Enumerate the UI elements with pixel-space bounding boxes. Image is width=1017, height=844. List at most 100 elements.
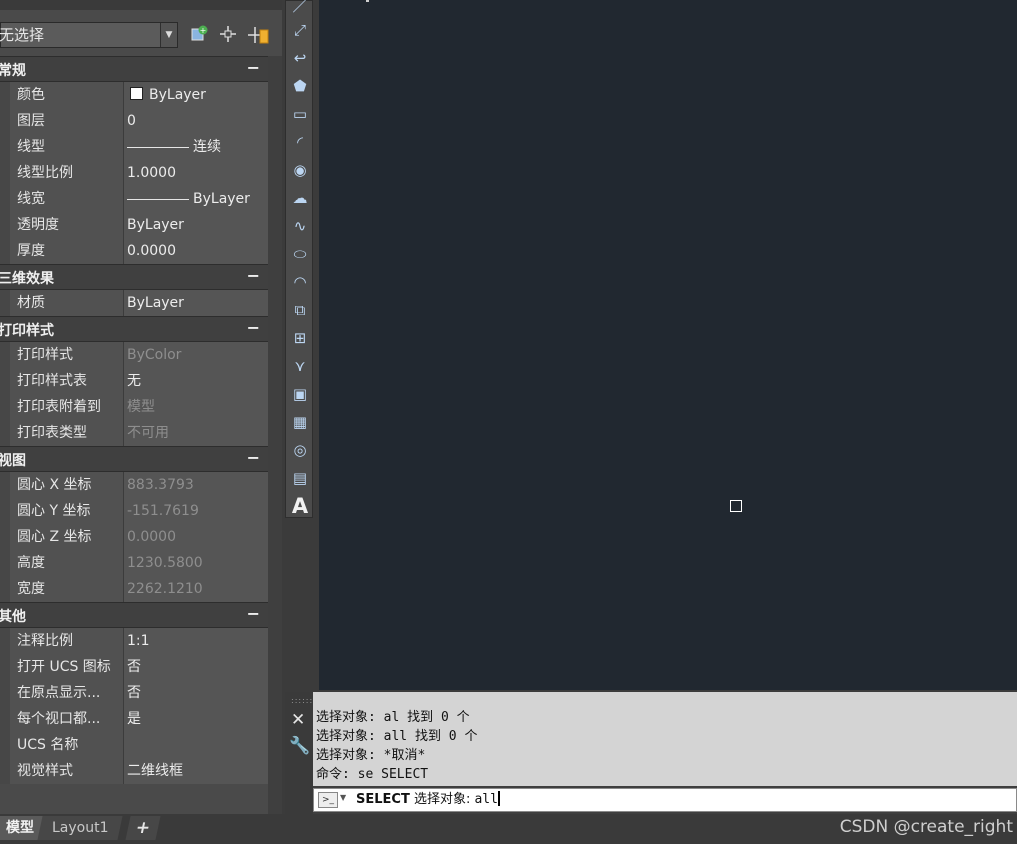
table-icon[interactable]: ▤: [289, 467, 311, 489]
command-line-handle[interactable]: :::::: ✕ 🔧: [285, 692, 313, 814]
palette-scroll-strip[interactable]: [268, 56, 282, 814]
polygon-icon[interactable]: ⬟: [289, 75, 311, 97]
property-row[interactable]: 图层 0: [0, 108, 268, 134]
property-row[interactable]: 线型 连续: [0, 134, 268, 160]
property-row[interactable]: 线宽 ByLayer: [0, 186, 268, 212]
tab-layout1[interactable]: Layout1: [37, 816, 123, 840]
grip-icon[interactable]: ::::::: [291, 696, 313, 705]
section-header[interactable]: 打印样式 −: [0, 316, 268, 342]
property-value[interactable]: 883.3793: [124, 472, 268, 498]
property-row[interactable]: 每个视口都... 是: [0, 706, 268, 732]
make-block-icon[interactable]: ⊞: [289, 327, 311, 349]
ellipse-icon[interactable]: ⬭: [289, 243, 311, 265]
command-prompt-icon[interactable]: >_: [318, 792, 338, 808]
wrench-icon[interactable]: 🔧: [289, 736, 310, 756]
arc-icon[interactable]: ◜: [289, 131, 311, 153]
add-selected-icon[interactable]: +: [188, 24, 210, 46]
property-value[interactable]: 不可用: [124, 420, 268, 446]
property-value-text: 1:1: [127, 633, 150, 649]
point-icon[interactable]: ⋎: [289, 355, 311, 377]
command-current-line[interactable]: SELECT 选择对象: all: [356, 791, 500, 809]
history-line: 选择对象: all 找到 0 个: [316, 729, 478, 744]
property-name: 每个视口都...: [10, 706, 124, 732]
property-value[interactable]: -151.7619: [124, 498, 268, 524]
add-layout-button[interactable]: +: [125, 816, 161, 840]
property-row[interactable]: 注释比例 1:1: [0, 628, 268, 654]
property-row[interactable]: 打印样式表无: [0, 368, 268, 394]
property-value[interactable]: [124, 732, 268, 758]
property-value[interactable]: 否: [124, 654, 268, 680]
property-row[interactable]: 打印表类型 不可用: [0, 420, 268, 446]
property-value[interactable]: 1.0000: [124, 160, 268, 186]
select-objects-icon[interactable]: [217, 24, 239, 46]
line-icon[interactable]: ／: [289, 0, 311, 17]
collapse-icon[interactable]: −: [247, 604, 260, 623]
chevron-down-icon[interactable]: ▼: [340, 793, 346, 802]
collapse-icon[interactable]: −: [247, 448, 260, 467]
property-value[interactable]: ByColor: [124, 342, 268, 368]
region-icon[interactable]: ◎: [289, 439, 311, 461]
property-value[interactable]: 二维线框: [124, 758, 268, 784]
property-value[interactable]: 连续: [124, 134, 268, 160]
circle-icon[interactable]: ◉: [289, 159, 311, 181]
property-row[interactable]: 圆心 Y 坐标 -151.7619: [0, 498, 268, 524]
polyline-icon[interactable]: ↩: [289, 47, 311, 69]
property-row[interactable]: 宽度 2262.1210: [0, 576, 268, 602]
property-value[interactable]: 无: [124, 368, 268, 394]
property-name: 圆心 Z 坐标: [10, 524, 124, 550]
insert-block-icon[interactable]: ⧉: [289, 299, 311, 321]
history-line: 命令: se SELECT: [316, 767, 429, 782]
rectangle-icon[interactable]: ▭: [289, 103, 311, 125]
property-row[interactable]: 打开 UCS 图标否: [0, 654, 268, 680]
chevron-down-icon[interactable]: ▼: [160, 23, 177, 47]
collapse-icon[interactable]: −: [247, 318, 260, 337]
current-prompt: 选择对象:: [413, 792, 475, 807]
property-row[interactable]: 厚度 0.0000: [0, 238, 268, 264]
collapse-icon[interactable]: −: [247, 266, 260, 285]
property-value[interactable]: ByLayer: [124, 212, 268, 238]
section-header[interactable]: 三维效果 −: [0, 264, 268, 290]
collapse-icon[interactable]: −: [247, 58, 260, 77]
property-value[interactable]: ByLayer: [124, 82, 268, 108]
close-icon[interactable]: ✕: [291, 710, 305, 730]
quick-select-dropdown[interactable]: 无选择 ▼: [0, 22, 178, 48]
spline-icon[interactable]: ∿: [289, 215, 311, 237]
property-row[interactable]: 颜色 ByLayer: [0, 82, 268, 108]
quick-select-icon[interactable]: [247, 24, 269, 46]
property-value[interactable]: 0: [124, 108, 268, 134]
property-value[interactable]: 1230.5800: [124, 550, 268, 576]
property-row[interactable]: 视觉样式 二维线框: [0, 758, 268, 784]
current-input[interactable]: all: [474, 792, 497, 807]
property-row[interactable]: UCS 名称: [0, 732, 268, 758]
linetype-preview: [127, 198, 189, 200]
property-value[interactable]: 否: [124, 680, 268, 706]
drawing-canvas[interactable]: [319, 0, 1017, 690]
revision-cloud-icon[interactable]: ☁: [289, 187, 311, 209]
property-value[interactable]: 2262.1210: [124, 576, 268, 602]
property-value[interactable]: 0.0000: [124, 238, 268, 264]
property-value[interactable]: 模型: [124, 394, 268, 420]
property-value[interactable]: 1:1: [124, 628, 268, 654]
property-row[interactable]: 线型比例 1.0000: [0, 160, 268, 186]
property-value[interactable]: 是: [124, 706, 268, 732]
section-header[interactable]: 其他 −: [0, 602, 268, 628]
property-row[interactable]: 材质 ByLayer: [0, 290, 268, 316]
property-row[interactable]: 透明度 ByLayer: [0, 212, 268, 238]
property-row[interactable]: 打印样式 ByColor: [0, 342, 268, 368]
section-header[interactable]: 视图 −: [0, 446, 268, 472]
property-row[interactable]: 在原点显示... 否: [0, 680, 268, 706]
property-row[interactable]: 圆心 X 坐标 883.3793: [0, 472, 268, 498]
property-value[interactable]: 0.0000: [124, 524, 268, 550]
construction-line-icon[interactable]: ⤢: [289, 19, 311, 41]
gradient-icon[interactable]: ▦: [289, 411, 311, 433]
section-header[interactable]: 常规 −: [0, 56, 268, 82]
multiline-text-icon[interactable]: A: [289, 495, 311, 517]
hatch-icon[interactable]: ▣: [289, 383, 311, 405]
command-input[interactable]: >_ ▼ SELECT 选择对象: all: [313, 788, 1017, 812]
property-value[interactable]: ByLayer: [124, 290, 268, 316]
property-row[interactable]: 打印表附着到 模型: [0, 394, 268, 420]
property-value[interactable]: ByLayer: [124, 186, 268, 212]
property-row[interactable]: 高度 1230.5800: [0, 550, 268, 576]
ellipse-arc-icon[interactable]: ◠: [289, 271, 311, 293]
property-row[interactable]: 圆心 Z 坐标 0.0000: [0, 524, 268, 550]
